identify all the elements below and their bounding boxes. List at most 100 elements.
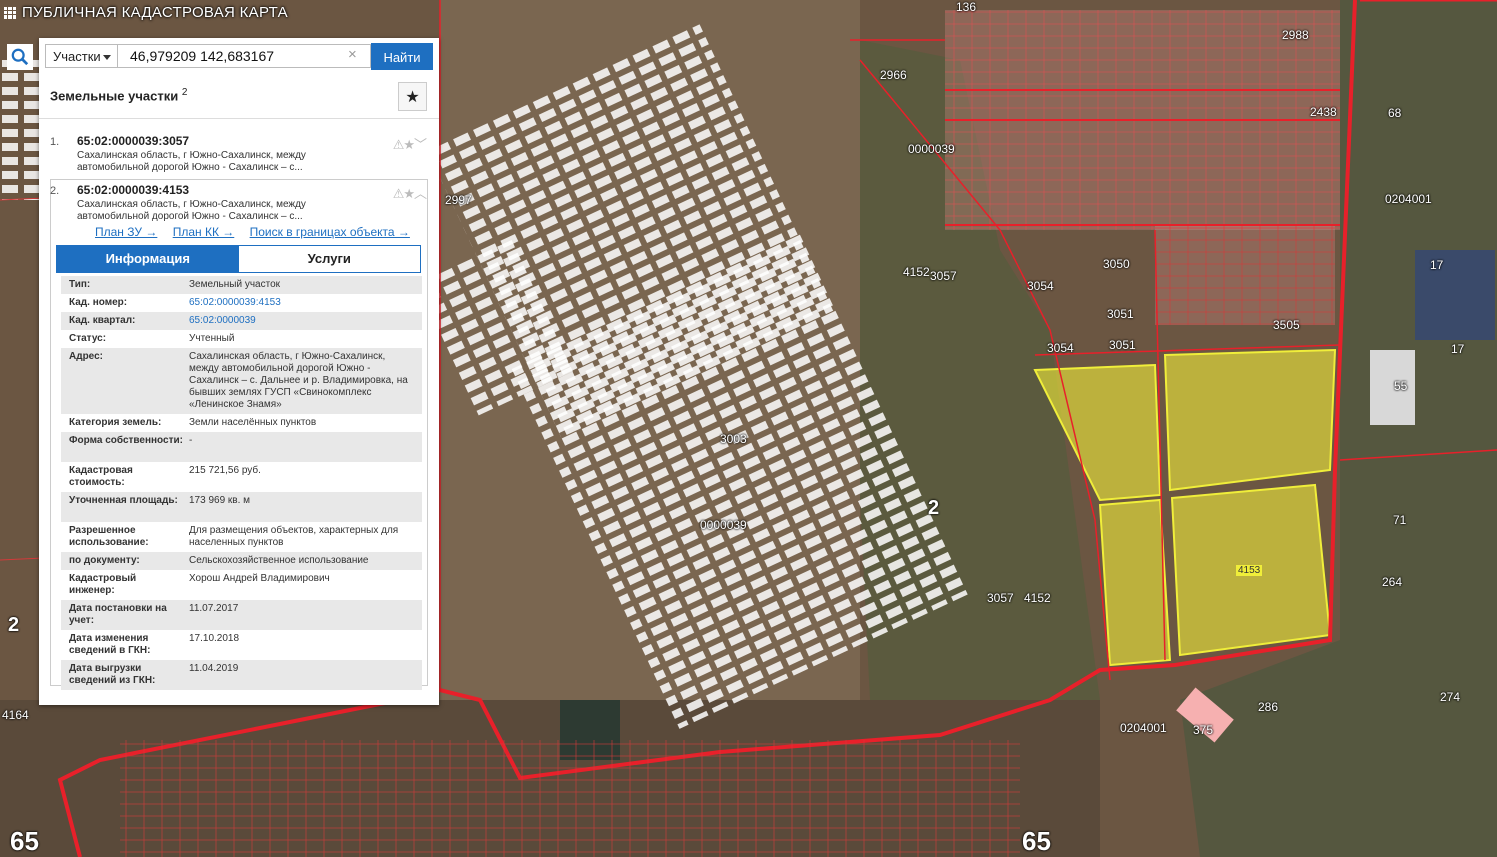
cad-number-link[interactable]: 65:02:0000039:4153 xyxy=(189,297,409,309)
plan-kk-link[interactable]: План КК → xyxy=(173,225,235,239)
detail-tabs: Информация Услуги xyxy=(56,245,421,273)
info-key: Кад. номер: xyxy=(69,297,128,308)
parcel-label: 274 xyxy=(1440,690,1461,704)
info-key: Кад. квартал: xyxy=(69,315,136,326)
info-key: по документу: xyxy=(69,555,140,566)
info-value: Земельный участок xyxy=(189,279,281,290)
parcel-label: 3057 xyxy=(987,591,1014,605)
parcel-label: 2988 xyxy=(1282,28,1309,42)
parcel-label: 136 xyxy=(956,0,977,14)
info-row: Уточненная площадь: 173 969 кв. м xyxy=(61,492,422,522)
info-row: Адрес: Сахалинская область, г Южно-Сахали… xyxy=(61,348,422,414)
result-cad-number[interactable]: 65:02:0000039:4153 xyxy=(77,183,189,197)
parcel-label: 4152 xyxy=(1024,591,1051,605)
info-row: Категория земель: Земли населённых пункто… xyxy=(61,414,422,432)
result-number: 1. xyxy=(50,136,60,148)
result-cad-number[interactable]: 65:02:0000039:3057 xyxy=(77,134,189,148)
info-value: - xyxy=(189,435,193,446)
parcel-label: 3051 xyxy=(1109,338,1136,352)
object-type-select[interactable]: Участки xyxy=(45,44,118,68)
plan-zu-link[interactable]: План ЗУ → xyxy=(95,225,157,239)
region-label: 2 xyxy=(8,614,20,636)
info-key: Уточненная площадь: xyxy=(69,495,178,506)
info-value: Земли населённых пунктов xyxy=(189,417,317,428)
tab-info[interactable]: Информация xyxy=(57,246,239,272)
info-row: Кадастровый инженер: Хорош Андрей Владими… xyxy=(61,570,422,600)
parcel-label: 2438 xyxy=(1310,105,1337,119)
district-label: 65 xyxy=(10,826,39,856)
info-key: Категория земель: xyxy=(69,417,162,428)
info-row: Форма собственности: - xyxy=(61,432,422,462)
info-value: 215 721,56 руб. xyxy=(189,465,261,476)
parcel-label: 286 xyxy=(1258,700,1279,714)
info-value: Для размещения объектов, характерных для… xyxy=(189,525,399,548)
info-row: Кад. квартал: 65:02:0000039 xyxy=(61,312,422,330)
parcel-label: 2997 xyxy=(445,193,472,207)
object-type-label: Участки xyxy=(53,49,101,64)
parcel-label: 264 xyxy=(1382,575,1403,589)
tab-services[interactable]: Услуги xyxy=(238,246,420,272)
district-label: 65 xyxy=(1022,826,1051,856)
info-key: Тип: xyxy=(69,279,91,290)
find-button[interactable]: Найти xyxy=(371,43,433,70)
cad-quarter-link[interactable]: 65:02:0000039 xyxy=(189,315,409,327)
parcel-label: 4164 xyxy=(2,708,29,722)
info-row: Дата изменения сведений в ГКН: 17.10.2018 xyxy=(61,630,422,660)
info-row: Кад. номер: 65:02:0000039:4153 xyxy=(61,294,422,312)
search-input[interactable]: 46,979209 142,683167 xyxy=(118,44,371,68)
info-table: Тип: Земельный участок Кад. номер: 65:02:0… xyxy=(61,276,422,690)
result-number: 2. xyxy=(50,185,60,197)
parcel-label: 2966 xyxy=(880,68,907,82)
parcel-label: 17 xyxy=(1451,342,1465,356)
parcel-label: 68 xyxy=(1388,106,1402,120)
parcel-label: 375 xyxy=(1193,723,1214,737)
parcel-label: 4152 xyxy=(903,265,930,279)
info-row: Дата выгрузки сведений из ГКН: 11.04.2019 xyxy=(61,660,422,690)
quarter-label: 0204001 xyxy=(1120,721,1167,735)
info-value: 173 969 кв. м xyxy=(189,495,251,506)
info-value: Учтенный xyxy=(189,333,235,344)
search-icon[interactable] xyxy=(7,44,33,70)
info-key: Форма собственности: xyxy=(69,435,183,446)
search-within-link[interactable]: Поиск в границах объекта → xyxy=(250,225,410,239)
info-key: Статус: xyxy=(69,333,107,344)
info-key: Дата выгрузки сведений из ГКН: xyxy=(69,663,156,686)
info-value: Сахалинская область, г Южно-Сахалинск, м… xyxy=(189,351,408,410)
parcel-label: 3054 xyxy=(1027,279,1054,293)
info-row: по документу: Сельскохозяйственное исполь… xyxy=(61,552,422,570)
divider xyxy=(39,118,439,119)
info-value: 11.07.2017 xyxy=(189,603,239,614)
info-row: Статус: Учтенный xyxy=(61,330,422,348)
info-value: Сельскохозяйственное использование xyxy=(189,555,369,566)
results-count: 2 xyxy=(181,87,188,98)
favorites-button[interactable]: ★ xyxy=(398,82,427,111)
info-value: Хорош Андрей Владимирович xyxy=(189,573,330,584)
quarter-label: 0000039 xyxy=(700,518,747,532)
result-links: План ЗУ → План КК → Поиск в границах объ… xyxy=(95,225,422,239)
search-panel: Участки 46,979209 142,683167 × Найти Зем… xyxy=(7,38,439,705)
chevron-down-icon xyxy=(103,55,111,60)
result-item[interactable]: 2. 65:02:0000039:4153 Сахалинская област… xyxy=(50,183,428,223)
result-address: Сахалинская область, г Южно-Сахалинск, м… xyxy=(77,199,306,222)
parcel-label: 17 xyxy=(1430,258,1444,272)
result-item[interactable]: 1. 65:02:0000039:3057 Сахалинская област… xyxy=(50,134,428,174)
result-actions-icon[interactable]: ⚠★﹀ xyxy=(393,134,427,153)
app-title-text: ПУБЛИЧНАЯ КАДАСТРОВАЯ КАРТА xyxy=(22,4,288,21)
search-bar: Участки 46,979209 142,683167 × Найти xyxy=(7,38,439,75)
result-address: Сахалинская область, г Южно-Сахалинск, м… xyxy=(77,150,306,173)
results-header: Земельные участки 2 xyxy=(50,87,187,103)
result-actions-icon[interactable]: ⚠★︿ xyxy=(393,183,427,202)
info-key: Кадастровая стоимость: xyxy=(69,465,133,488)
info-row: Тип: Земельный участок xyxy=(61,276,422,294)
parcel-label: 55 xyxy=(1394,379,1408,393)
info-key: Кадастровый инженер: xyxy=(69,573,137,596)
star-icon: ★ xyxy=(405,88,420,106)
quarter-label: 0204001 xyxy=(1385,192,1432,206)
results-title: Земельные участки xyxy=(50,88,179,104)
app-title: ПУБЛИЧНАЯ КАДАСТРОВАЯ КАРТА xyxy=(4,4,288,21)
parcel-label: 3057 xyxy=(930,269,957,283)
info-row: Разрешенное использование: Для размещения… xyxy=(61,522,422,552)
parcel-label: 3054 xyxy=(1047,341,1074,355)
clear-icon[interactable]: × xyxy=(348,46,357,63)
info-value: 17.10.2018 xyxy=(189,633,240,644)
